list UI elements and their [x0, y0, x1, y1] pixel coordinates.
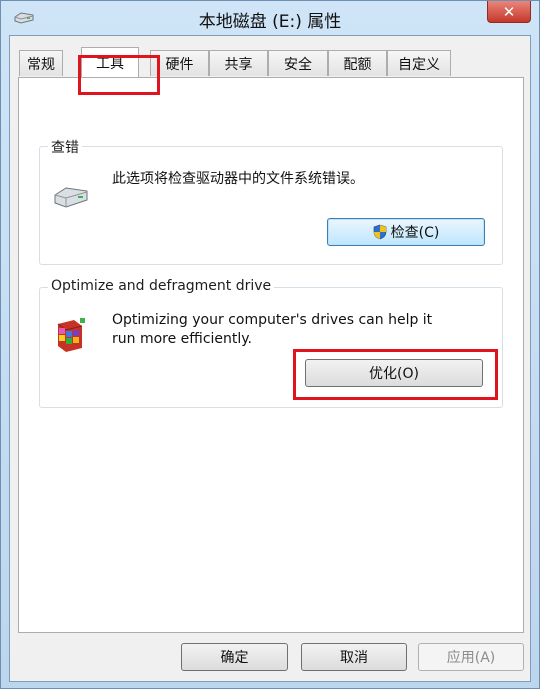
optimize-description-line2: run more efficiently.: [112, 331, 253, 347]
error-check-title: 查错: [48, 137, 82, 157]
tab-sharing[interactable]: 共享: [209, 50, 268, 76]
tab-quota[interactable]: 配额: [328, 50, 387, 76]
defragment-icon: [57, 318, 85, 352]
check-button-label: 检查(C): [390, 225, 440, 241]
window-title: 本地磁盘 (E:) 属性: [198, 12, 342, 32]
tools-tab-highlight: [78, 55, 160, 95]
title-bar: 本地磁盘 (E:) 属性 ✕: [1, 1, 539, 35]
dialog-body: 常规 工具 硬件 共享 安全 配额 自定义 查错 此选项将检查驱动器中的文件系统…: [9, 35, 531, 682]
tab-customize[interactable]: 自定义: [387, 50, 451, 76]
optimize-description-line1: Optimizing your computer's drives can he…: [112, 312, 433, 328]
optimize-highlight: [293, 349, 498, 400]
tab-general[interactable]: 常规: [19, 50, 63, 76]
ok-button[interactable]: 确定: [181, 643, 288, 671]
close-button[interactable]: ✕: [487, 1, 531, 23]
apply-button[interactable]: 应用(A): [418, 643, 524, 671]
properties-window: 本地磁盘 (E:) 属性 ✕ 常规 工具 硬件 共享 安全 配额 自定义 查错: [0, 0, 540, 689]
error-check-group: 查错 此选项将检查驱动器中的文件系统错误。 检查(C): [39, 137, 503, 265]
error-check-description: 此选项将检查驱动器中的文件系统错误。: [112, 171, 364, 187]
optimize-group: Optimize and defragment drive Optimizing…: [39, 278, 503, 408]
shield-icon: [373, 224, 386, 240]
drive-icon: [54, 187, 88, 208]
check-button[interactable]: 检查(C): [327, 218, 485, 246]
tools-panel: 查错 此选项将检查驱动器中的文件系统错误。 检查(C) Optimize and…: [18, 77, 524, 633]
tab-security[interactable]: 安全: [268, 50, 328, 76]
cancel-button[interactable]: 取消: [301, 643, 407, 671]
optimize-title: Optimize and defragment drive: [48, 278, 275, 294]
